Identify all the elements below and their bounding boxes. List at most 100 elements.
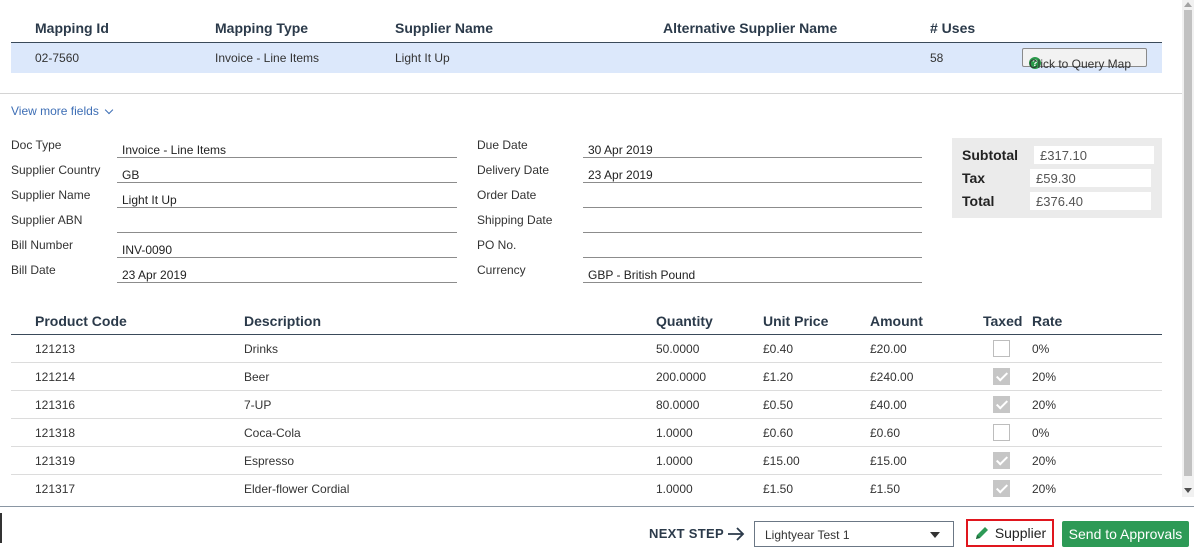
totals-panel: Subtotal £317.10 Tax £59.30 Total £376.4… <box>952 138 1162 218</box>
send-to-approvals-button[interactable]: Send to Approvals <box>1062 521 1189 547</box>
next-step-select[interactable]: Lightyear Test 1 <box>754 521 954 547</box>
section-divider <box>0 93 1182 94</box>
mapping-uses: 58 <box>930 51 944 65</box>
query-map-button[interactable]: ? Click to Query Map <box>1022 48 1147 71</box>
product-code: 121214 <box>35 370 76 384</box>
subtotal-label: Subtotal <box>962 147 1018 163</box>
header-taxed: Taxed <box>983 313 1023 329</box>
taxed-checkbox[interactable] <box>993 452 1010 469</box>
supplier-abn-field[interactable] <box>117 213 457 233</box>
view-more-fields-link[interactable]: View more fields <box>11 104 114 118</box>
caret-down-icon <box>930 532 940 538</box>
product-rate: 0% <box>1032 426 1050 440</box>
subtotal-value[interactable]: £317.10 <box>1034 146 1154 164</box>
supplier-button[interactable]: Supplier <box>966 519 1054 547</box>
taxed-checkbox[interactable] <box>993 340 1010 357</box>
currency-field[interactable]: GBP - British Pound <box>583 263 922 283</box>
total-label: Total <box>962 193 995 209</box>
product-quantity: 1.0000 <box>656 454 693 468</box>
product-description: 7-UP <box>244 398 272 412</box>
po-number-field[interactable] <box>583 238 922 258</box>
doc-type-label: Doc Type <box>11 138 62 152</box>
table-row[interactable]: 121317 Elder-flower Cordial 1.0000 £1.50… <box>11 475 1162 503</box>
header-amount: Amount <box>870 313 923 329</box>
scroll-down-arrow-icon[interactable] <box>1184 488 1192 493</box>
table-row[interactable]: 121316 7-UP 80.0000 £0.50 £40.00 20% <box>11 391 1162 419</box>
product-code: 121213 <box>35 342 76 356</box>
supplier-country-field[interactable]: GB <box>117 163 457 183</box>
table-row[interactable]: 121214 Beer 200.0000 £1.20 £240.00 20% <box>11 363 1162 391</box>
shipping-date-field[interactable] <box>583 213 922 233</box>
taxed-checkbox[interactable] <box>993 368 1010 385</box>
order-date-field[interactable] <box>583 188 922 208</box>
due-date-field[interactable]: 30 Apr 2019 <box>583 138 922 158</box>
supplier-name-field[interactable]: Light It Up <box>117 188 457 208</box>
product-description: Espresso <box>244 454 295 468</box>
header-supplier-name: Supplier Name <box>395 20 494 36</box>
product-unit-price: £1.20 <box>763 370 794 384</box>
left-edge-marker <box>0 513 2 543</box>
product-quantity: 50.0000 <box>656 342 700 356</box>
header-alternative-supplier-name: Alternative Supplier Name <box>663 20 838 36</box>
po-number-label: PO No. <box>477 238 517 252</box>
supplier-abn-label: Supplier ABN <box>11 213 83 227</box>
tax-label: Tax <box>962 170 986 186</box>
mapping-supplier-name: Light It Up <box>395 51 450 65</box>
chevron-down-icon <box>104 105 114 114</box>
scroll-up-arrow-icon[interactable] <box>1184 2 1192 7</box>
table-row[interactable]: 121213 Drinks 50.0000 £0.40 £20.00 0% <box>11 335 1162 363</box>
send-to-approvals-label: Send to Approvals <box>1068 526 1183 542</box>
product-amount: £1.50 <box>870 482 901 496</box>
taxed-checkbox[interactable] <box>993 480 1010 497</box>
product-amount: £15.00 <box>870 454 907 468</box>
bill-number-label: Bill Number <box>11 238 74 252</box>
order-date-label: Order Date <box>477 188 537 202</box>
product-code: 121318 <box>35 426 76 440</box>
table-row[interactable]: 121318 Coca-Cola 1.0000 £0.60 £0.60 0% <box>11 419 1162 447</box>
header-product-code: Product Code <box>35 313 127 329</box>
product-rate: 20% <box>1032 370 1057 384</box>
vertical-scrollbar[interactable] <box>1182 0 1194 497</box>
product-code: 121317 <box>35 482 76 496</box>
product-unit-price: £0.40 <box>763 342 794 356</box>
header-description: Description <box>244 313 322 329</box>
footer-divider <box>0 506 1194 507</box>
tax-value[interactable]: £59.30 <box>1030 169 1151 187</box>
view-more-label: View more fields <box>11 104 99 118</box>
mapping-row[interactable]: 02-7560 Invoice - Line Items Light It Up… <box>11 43 1162 73</box>
product-quantity: 1.0000 <box>656 482 693 496</box>
mapping-table-header: Mapping Id Mapping Type Supplier Name Al… <box>11 18 1162 43</box>
delivery-date-label: Delivery Date <box>477 163 550 177</box>
supplier-country-label: Supplier Country <box>11 163 101 177</box>
pencil-icon <box>975 527 988 539</box>
product-quantity: 200.0000 <box>656 370 707 384</box>
next-step-selected-value: Lightyear Test 1 <box>765 528 850 542</box>
delivery-date-field[interactable]: 23 Apr 2019 <box>583 163 922 183</box>
taxed-checkbox[interactable] <box>993 396 1010 413</box>
doc-type-field[interactable]: Invoice - Line Items <box>117 138 457 158</box>
due-date-label: Due Date <box>477 138 528 152</box>
arrow-right-icon <box>728 527 745 541</box>
table-row[interactable]: 121319 Espresso 1.0000 £15.00 £15.00 20% <box>11 447 1162 475</box>
product-unit-price: £1.50 <box>763 482 794 496</box>
product-code: 121316 <box>35 398 76 412</box>
taxed-checkbox[interactable] <box>993 424 1010 441</box>
product-unit-price: £0.60 <box>763 426 794 440</box>
product-description: Drinks <box>244 342 279 356</box>
next-step-label: NEXT STEP <box>649 526 724 541</box>
product-code: 121319 <box>35 454 76 468</box>
product-description: Coca-Cola <box>244 426 301 440</box>
query-map-label: Click to Query Map <box>1029 57 1132 71</box>
header-unit-price: Unit Price <box>763 313 829 329</box>
header-quantity: Quantity <box>656 313 713 329</box>
currency-label: Currency <box>477 263 526 277</box>
mapping-type: Invoice - Line Items <box>215 51 320 65</box>
header-uses: # Uses <box>930 20 976 36</box>
bill-date-field[interactable]: 23 Apr 2019 <box>117 263 457 283</box>
products-table-header: Product Code Description Quantity Unit P… <box>11 309 1162 335</box>
bill-number-field[interactable]: INV-0090 <box>117 238 457 258</box>
shipping-date-label: Shipping Date <box>477 213 553 227</box>
scroll-thumb[interactable] <box>1184 10 1192 476</box>
total-value[interactable]: £376.40 <box>1030 192 1151 210</box>
bill-date-label: Bill Date <box>11 263 56 277</box>
